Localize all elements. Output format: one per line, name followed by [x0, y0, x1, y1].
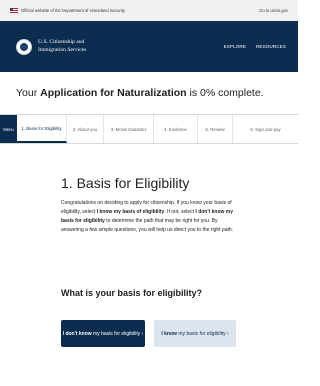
official-gov-banner: Official website of the Department of Ho… — [0, 0, 298, 21]
dhs-seal-icon[interactable] — [16, 38, 32, 55]
step-navigation: Menu 1. Basis for Eligibility 2. About y… — [0, 114, 298, 144]
know-basis-button[interactable]: I know my basis for eligibility › — [154, 320, 236, 347]
know-rest: my basis for eligibility › — [178, 330, 229, 337]
progress-suffix: is 0% complete. — [186, 87, 264, 99]
nav-resources[interactable]: RESOURCES — [256, 44, 286, 49]
menu-button[interactable]: Menu — [0, 115, 17, 143]
step-basis-for-eligibility[interactable]: 1. Basis for Eligibility — [17, 115, 67, 143]
nav-explore[interactable]: EXPLORE — [224, 44, 246, 49]
dont-know-basis-button[interactable]: I don't know my basis for eligibility › — [61, 320, 145, 347]
official-notice: Official website of the Department of Ho… — [10, 8, 125, 13]
main-nav: EXPLORE RESOURCES — [224, 44, 286, 49]
official-text: Official website of the Department of Ho… — [21, 8, 125, 13]
step-review[interactable]: 5. Review — [198, 115, 233, 143]
intro-paragraph: Congratulations on deciding to apply for… — [61, 199, 241, 235]
us-flag-icon — [10, 8, 18, 13]
progress-heading: Your Application for Naturalization is 0… — [16, 87, 264, 99]
know-bold: I know — [161, 330, 177, 337]
uscis-gov-link[interactable]: Go to uscis.gov — [259, 8, 288, 13]
site-header: U.S. Citizenship and Immigration Service… — [0, 21, 298, 72]
step-about-you[interactable]: 2. About you — [67, 115, 104, 143]
section-title: 1. Basis for Eligibility — [61, 175, 190, 191]
intro-text-2: . If not, select — [164, 209, 196, 215]
agency-name[interactable]: U.S. Citizenship and Immigration Service… — [38, 39, 86, 54]
step-sign-and-pay[interactable]: 6. Sign and pay — [233, 115, 298, 143]
eligibility-question: What is your basis for eligibility? — [61, 288, 203, 298]
agency-line-2: Immigration Services — [38, 46, 87, 53]
dont-know-bold: I don't know — [62, 330, 92, 337]
agency-line-1: U.S. Citizenship and — [38, 39, 85, 45]
progress-prefix: Your — [16, 87, 41, 99]
step-moral-character[interactable]: 3. Moral character — [104, 115, 154, 143]
form-name: Application for Naturalization — [40, 87, 187, 99]
intro-bold-know: I know my basis of eligibility — [96, 209, 165, 215]
step-evidence[interactable]: 4. Evidence — [154, 115, 198, 143]
dont-know-rest: my basis for eligibility › — [93, 330, 144, 337]
